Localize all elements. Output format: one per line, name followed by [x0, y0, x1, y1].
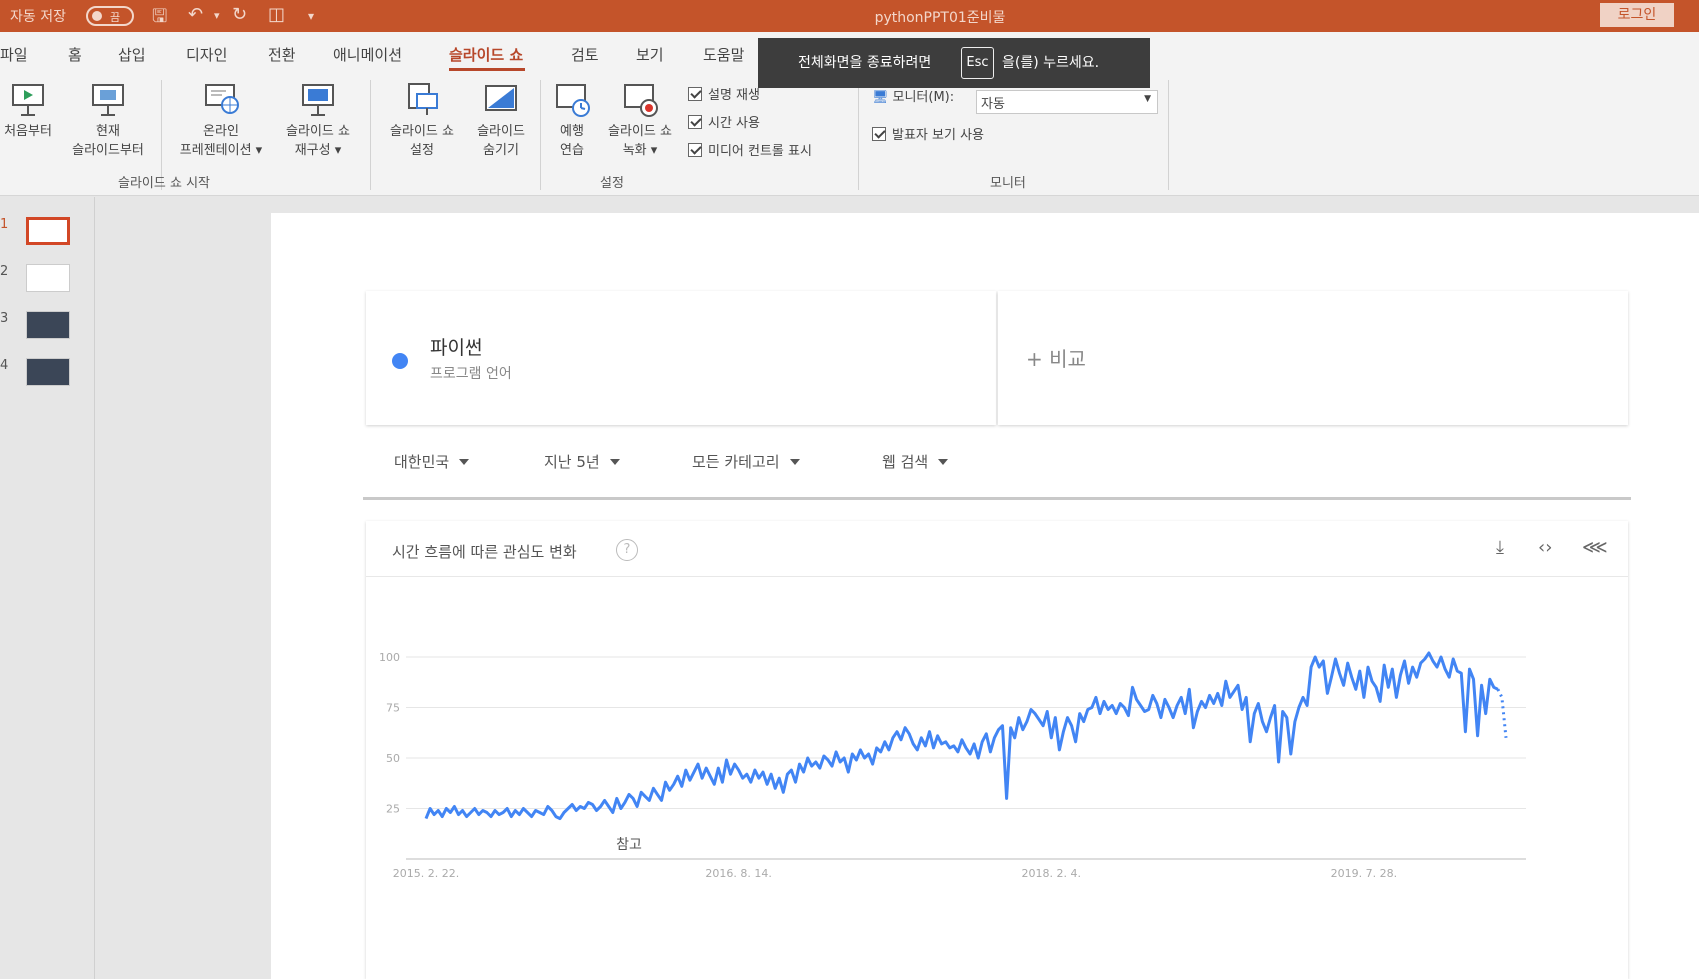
record-icon	[624, 84, 658, 117]
online-presentation-label-1: 온라인	[203, 124, 239, 139]
interest-line-chart: 25 50 75 100 2015. 2. 22. 2016. 8. 14. 2018. …	[379, 651, 1526, 880]
custom-slideshow-label-1: 슬라이드 쇼	[286, 124, 350, 139]
custom-slideshow-icon	[302, 84, 334, 116]
x-tick-label: 2018. 2. 4.	[1022, 867, 1081, 880]
rehearse-clock-icon	[556, 84, 590, 117]
checkbox-checked	[688, 143, 702, 157]
tab-view[interactable]: 보기	[636, 44, 664, 65]
online-presentation-label-2: 프레젠테이션 ▾	[179, 143, 263, 158]
rehearse-timings-button[interactable]: 예행 연습	[546, 82, 598, 160]
title-bar: 자동 저장 끔 🖫 ↶ ▾ ↻ ◫ ▾ pythonPPT01준비물 로그인	[0, 0, 1699, 32]
tab-design[interactable]: 디자인	[186, 44, 227, 65]
play-from-current-icon	[92, 84, 124, 116]
start-group-label: 슬라이드 쇼 시작	[118, 176, 210, 191]
tab-transitions[interactable]: 전환	[268, 44, 296, 65]
thumbnail-number: 4	[0, 358, 9, 373]
monitor-group-label: 모니터	[990, 176, 1026, 191]
slide-thumbnail-1[interactable]	[26, 217, 70, 245]
exit-fullscreen-tooltip: 전체화면을 종료하려면 Esc 을(를) 누르세요.	[758, 38, 1150, 88]
from-beginning-label-1: 처음부터	[4, 124, 52, 139]
esc-key: Esc	[961, 47, 994, 79]
tab-review[interactable]: 검토	[571, 44, 599, 65]
use-timings-checkbox[interactable]: 시간 사용	[688, 112, 760, 131]
slide-thumbnails-panel: 1 2 3 4	[0, 197, 95, 979]
record-label-2: 녹화 ▾	[622, 143, 658, 158]
online-globe-icon	[205, 84, 239, 114]
thumbnail-number: 3	[0, 311, 9, 326]
checkbox-checked	[688, 115, 702, 129]
hide-slide-label-1: 슬라이드	[477, 124, 525, 139]
monitor-label-row: 🖥 모니터(M):	[872, 86, 954, 105]
setup-slideshow-label-2: 설정	[410, 143, 434, 158]
record-label-1: 슬라이드 쇼	[608, 124, 672, 139]
online-presentation-button[interactable]: 온라인 프레젠테이션 ▾	[168, 82, 274, 160]
ribbon-separator	[858, 80, 859, 190]
ribbon-separator	[370, 80, 371, 190]
rehearse-label-1: 예행	[560, 124, 584, 139]
checkbox-checked	[688, 87, 702, 101]
from-beginning-button[interactable]: 처음부터	[0, 82, 56, 141]
tab-slideshow[interactable]: 슬라이드 쇼	[449, 44, 526, 71]
y-tick-label: 25	[386, 803, 400, 816]
slide-canvas: 파이썬 프로그램 언어 + 비교 대한민국 지난 5년 모든 카테고리 웹 검색…	[271, 213, 1699, 979]
from-current-label-2: 슬라이드부터	[72, 143, 144, 158]
chart-annotation: 참고	[616, 837, 642, 853]
presenter-view-label: 발표자 보기 사용	[892, 128, 984, 143]
play-narrations-label: 설명 재생	[708, 88, 760, 103]
document-title: pythonPPT01준비물	[874, 10, 1006, 26]
slide-thumbnail-3[interactable]	[26, 311, 70, 339]
x-tick-label: 2016. 8. 14.	[705, 867, 771, 880]
tab-insert[interactable]: 삽입	[118, 44, 146, 65]
partial-data-line	[1496, 688, 1508, 738]
custom-slideshow-label-2: 재구성 ▾	[294, 143, 342, 158]
rehearse-label-2: 연습	[560, 143, 584, 158]
hide-slide-button[interactable]: 슬라이드 숨기기	[466, 82, 536, 160]
from-current-label-1: 현재	[96, 124, 120, 139]
login-button[interactable]: 로그인	[1600, 3, 1674, 27]
x-tick-label: 2015. 2. 22.	[393, 867, 459, 880]
y-tick-label: 75	[386, 702, 400, 715]
slide-thumbnail-2[interactable]	[26, 264, 70, 292]
tooltip-text-after: 을(를) 누르세요.	[1002, 55, 1100, 71]
tab-help[interactable]: 도움말	[703, 44, 744, 65]
y-tick-label: 100	[379, 651, 400, 664]
chevron-down-icon: ▼	[1144, 94, 1151, 104]
y-tick-label: 50	[386, 752, 400, 765]
tooltip-text-before: 전체화면을 종료하려면	[798, 55, 932, 71]
hide-slide-label-2: 숨기기	[483, 143, 519, 158]
play-from-start-icon	[12, 84, 44, 116]
x-tick-label: 2019. 7. 28.	[1331, 867, 1397, 880]
use-timings-label: 시간 사용	[708, 116, 760, 131]
setup-group-label: 설정	[600, 176, 624, 191]
ribbon: 처음부터 현재 슬라이드부터 온라인 프레젠테이션 ▾ 슬라이드 쇼 재구성 ▾…	[0, 72, 1699, 196]
series-line	[424, 651, 1499, 821]
monitor-label: 모니터(M):	[892, 90, 955, 105]
monitor-icon: 🖥	[872, 90, 889, 105]
custom-slideshow-button[interactable]: 슬라이드 쇼 재구성 ▾	[276, 82, 360, 160]
show-media-controls-checkbox[interactable]: 미디어 컨트롤 표시	[688, 140, 812, 159]
checkbox-checked	[872, 127, 886, 141]
tab-animations[interactable]: 애니메이션	[333, 44, 402, 65]
slide-thumbnail-4[interactable]	[26, 358, 70, 386]
tab-home[interactable]: 홈	[68, 44, 82, 65]
setup-slideshow-icon	[408, 83, 438, 115]
ribbon-separator	[540, 80, 541, 190]
tab-file[interactable]: 파일	[0, 44, 28, 65]
record-slideshow-button[interactable]: 슬라이드 쇼 녹화 ▾	[598, 82, 682, 160]
play-narrations-checkbox[interactable]: 설명 재생	[688, 84, 760, 103]
hide-slide-icon	[485, 85, 517, 111]
presenter-view-checkbox[interactable]: 발표자 보기 사용	[872, 124, 984, 143]
setup-slideshow-label-1: 슬라이드 쇼	[390, 124, 454, 139]
setup-slideshow-button[interactable]: 슬라이드 쇼 설정	[380, 82, 464, 160]
show-media-controls-label: 미디어 컨트롤 표시	[708, 144, 812, 159]
thumbnail-number: 2	[0, 264, 9, 279]
monitor-select[interactable]: 자동 ▼	[976, 90, 1158, 114]
from-current-button[interactable]: 현재 슬라이드부터	[62, 82, 154, 160]
monitor-select-value: 자동	[981, 97, 1005, 112]
thumbnail-number: 1	[0, 217, 9, 232]
ribbon-separator	[1168, 80, 1169, 190]
